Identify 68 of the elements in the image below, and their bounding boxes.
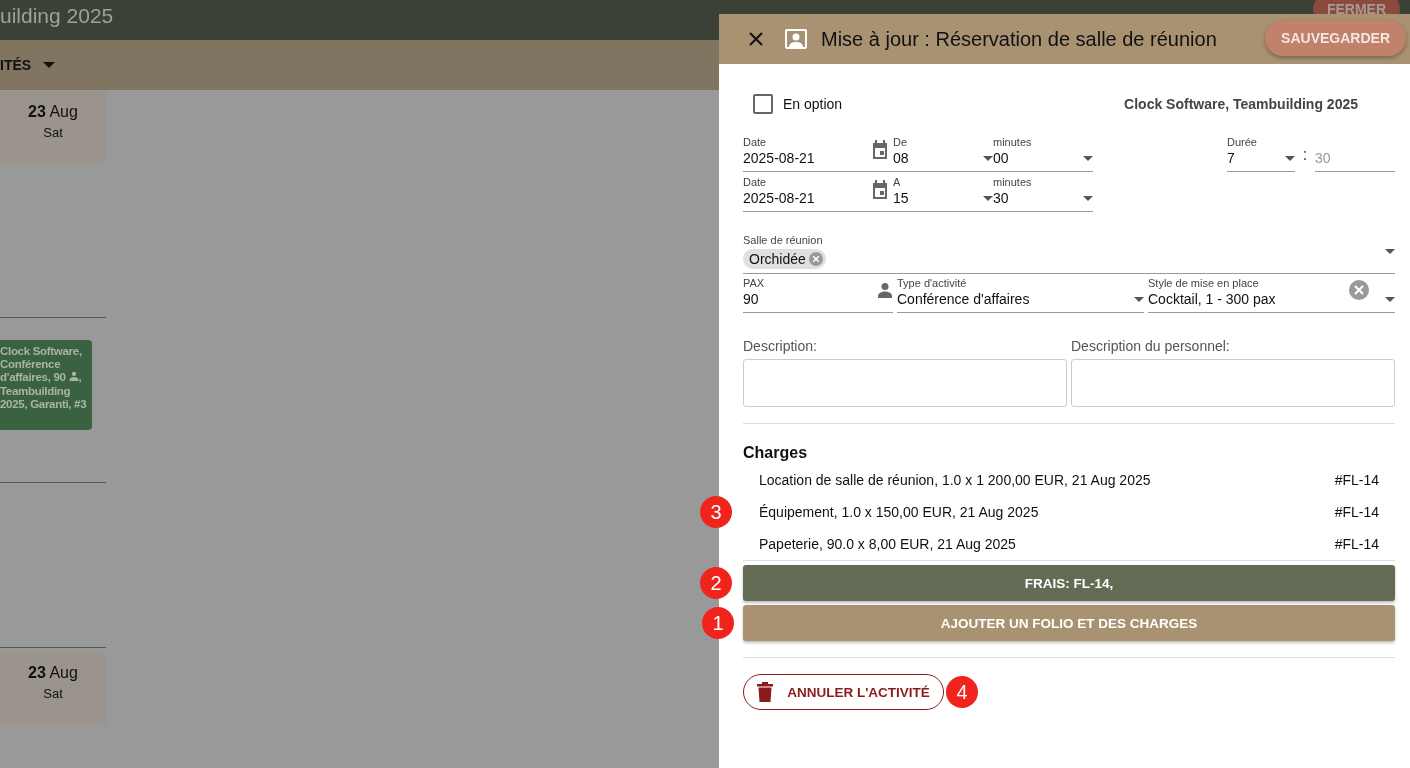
hour-value[interactable]: 08 [893,149,983,167]
dropdown-caret-icon [1083,156,1093,161]
callout-marker: 1 [702,607,734,639]
charge-folio: #FL-14 [1334,504,1379,520]
activities-menu[interactable]: ITÉS [0,57,56,73]
callout-marker: 4 [946,676,978,708]
calendar-icon[interactable] [871,140,889,160]
charges-heading: Charges [743,444,809,462]
description-field[interactable] [1071,359,1395,407]
hour-label: De [893,136,909,149]
dropdown-caret-icon [1285,156,1295,161]
charge-description: Location de salle de réunion, 1.0 x 1 200,00 EUR, 21 Aug 2025 [759,472,1151,488]
person-icon [68,371,79,382]
duration-hours[interactable]: 7 [1227,149,1285,167]
caret-icon [43,62,56,68]
hour-label: A [893,176,902,189]
option-label: En option [783,96,843,112]
setup-style-label: Style de mise en place [1148,277,1260,290]
drawer-title: Mise à jour : Réservation de salle de réunion [821,27,1218,51]
duration-label: Durée [1227,136,1258,149]
day-weekday: Sat [43,125,63,140]
minute-label: minutes [993,136,1033,149]
date-label: Date [743,136,768,149]
room-label: Salle de réunion [743,234,824,247]
chip-remove-icon[interactable] [808,252,823,266]
dropdown-caret-icon [1134,297,1144,302]
minute-value[interactable]: 00 [993,149,1083,167]
booking-context: Clock Software, Teambuilding 2025 [1124,96,1358,112]
contact-card-icon [785,29,807,49]
close-icon[interactable] [749,32,763,46]
calendar-icon[interactable] [871,180,889,200]
dropdown-caret-icon [983,156,993,161]
description-label: Description du personnel: [1071,338,1231,354]
dropdown-caret-icon [983,196,993,201]
date-value[interactable]: 2025-08-21 [743,189,865,207]
person-icon [877,282,893,298]
day-date: 23 Aug [28,664,78,682]
description-field[interactable] [743,359,1067,407]
date-label: Date [743,176,768,189]
activity-type-label: Type d'activité [897,277,968,290]
charge-folio: #FL-14 [1334,472,1379,488]
trash-icon [757,682,774,702]
room-chip[interactable]: Orchidée [743,249,826,269]
date-value[interactable]: 2025-08-21 [743,149,865,167]
pax-value[interactable]: 90 [743,290,877,308]
dropdown-caret-icon [1385,297,1395,302]
charge-description: Papeterie, 90.0 x 8,00 EUR, 21 Aug 2025 [759,536,1016,552]
activity-type-value[interactable]: Conférence d'affaires [897,290,1134,308]
callout-marker: 2 [700,567,732,599]
charge-description: Équipement, 1.0 x 150,00 EUR, 21 Aug 2025 [759,504,1039,520]
minute-label: minutes [993,176,1033,189]
callout-marker: 3 [700,496,732,528]
day-weekday: Sat [43,686,63,701]
fees-button[interactable]: FRAIS: FL-14, [743,565,1395,601]
page-title: uilding 2025 [0,3,114,29]
time-separator: : [1301,146,1309,165]
day-date: 23 Aug [28,103,78,121]
clear-icon[interactable] [1349,280,1369,300]
dropdown-caret-icon [1083,196,1093,201]
hour-value[interactable]: 15 [893,189,983,207]
setup-style-value[interactable]: Cocktail, 1 - 300 pax [1148,290,1349,308]
dropdown-caret-icon [1385,249,1395,254]
description-label: Description: [743,338,818,354]
charge-folio: #FL-14 [1334,536,1379,552]
pax-label: PAX [743,277,766,290]
minute-value[interactable]: 30 [993,189,1083,207]
option-checkbox[interactable] [753,94,773,114]
cancel-activity-button[interactable]: ANNULER L'ACTIVITÉ [743,674,944,710]
